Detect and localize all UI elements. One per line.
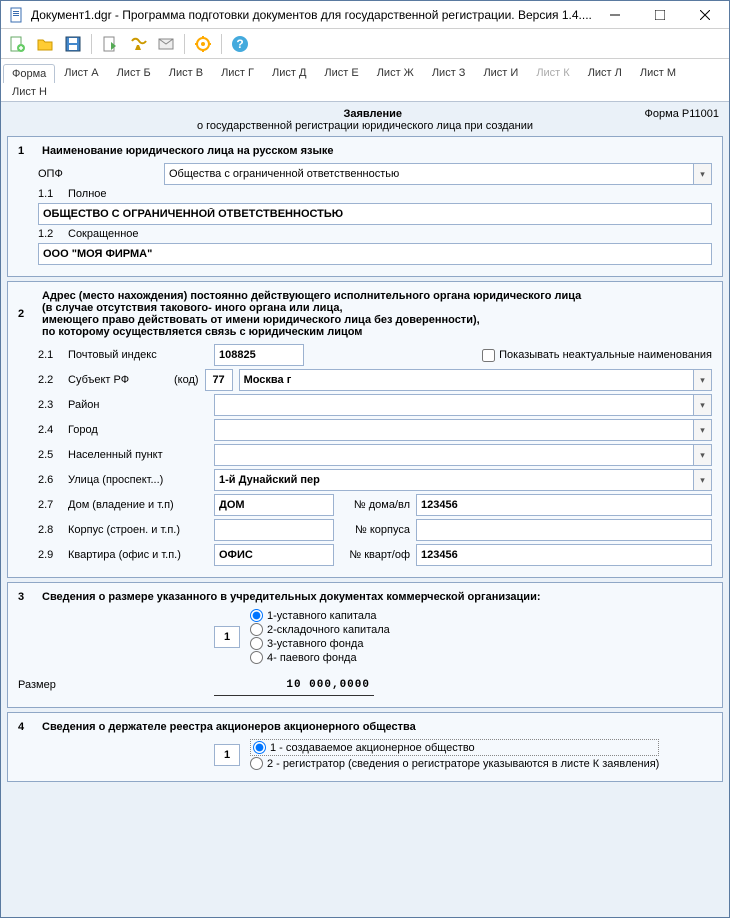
district-label: Район xyxy=(68,399,208,411)
subject-select[interactable] xyxy=(239,369,694,391)
tab-bar: Форма Лист А Лист Б Лист В Лист Г Лист Д… xyxy=(1,59,729,102)
tab-list-i[interactable]: Лист И xyxy=(474,63,527,82)
tab-list-m[interactable]: Лист М xyxy=(631,63,685,82)
size-input[interactable] xyxy=(214,674,374,696)
window-title: Документ1.dgr - Программа подготовки док… xyxy=(31,8,592,22)
apartment-type-input[interactable] xyxy=(214,544,334,566)
print-button[interactable] xyxy=(126,32,150,56)
tab-list-l[interactable]: Лист Л xyxy=(579,63,631,82)
capital-option-3[interactable]: 3-уставного фонда xyxy=(250,637,390,650)
tab-list-z[interactable]: Лист З xyxy=(423,63,475,82)
corpus-type-input[interactable] xyxy=(214,519,334,541)
short-name-label: Сокращенное xyxy=(68,228,139,240)
full-name-input[interactable] xyxy=(38,203,712,225)
tab-list-b[interactable]: Лист Б xyxy=(108,63,160,82)
city-label: Город xyxy=(68,424,208,436)
locality-input[interactable] xyxy=(214,444,694,466)
postal-index-label: Почтовый индекс xyxy=(68,349,208,361)
section-3: 3 Сведения о размере указанного в учреди… xyxy=(7,582,723,708)
tab-list-n[interactable]: Лист Н xyxy=(3,82,56,101)
open-button[interactable] xyxy=(33,32,57,56)
opf-label: ОПФ xyxy=(38,168,158,180)
document-area: Заявление Форма Р11001 о государственной… xyxy=(1,102,729,917)
doc-title: Заявление xyxy=(101,108,645,120)
capital-option-1[interactable]: 1-уставного капитала xyxy=(250,609,390,622)
tab-forma[interactable]: Форма xyxy=(3,64,55,83)
tab-list-v[interactable]: Лист В xyxy=(160,63,212,82)
postal-index-input[interactable] xyxy=(214,344,304,366)
minimize-button[interactable] xyxy=(592,1,637,29)
show-old-checkbox[interactable]: Показывать неактуальные наименования xyxy=(482,349,712,362)
section-4: 4 Сведения о держателе реестра акционеро… xyxy=(7,712,723,782)
tab-list-k[interactable]: Лист К xyxy=(527,63,578,82)
settings-button[interactable] xyxy=(191,32,215,56)
house-type-input[interactable] xyxy=(214,494,334,516)
section-4-title: Сведения о держателе реестра акционеров … xyxy=(42,721,416,733)
chevron-down-icon[interactable]: ▾ xyxy=(694,369,712,391)
capital-option-2[interactable]: 2-складочного капитала xyxy=(250,623,390,636)
short-name-input[interactable] xyxy=(38,243,712,265)
registry-option-1[interactable]: 1 - создаваемое акционерное общество xyxy=(250,739,659,756)
chevron-down-icon[interactable]: ▾ xyxy=(694,163,712,185)
toolbar: ? xyxy=(1,29,729,59)
registry-option-2[interactable]: 2 - регистратор (сведения о регистраторе… xyxy=(250,757,659,770)
tab-list-zh[interactable]: Лист Ж xyxy=(368,63,423,82)
section-1: 1 Наименование юридического лица на русс… xyxy=(7,136,723,277)
chevron-down-icon[interactable]: ▾ xyxy=(694,444,712,466)
new-doc-button[interactable] xyxy=(5,32,29,56)
section-3-title: Сведения о размере указанного в учредите… xyxy=(42,591,541,603)
app-icon xyxy=(9,7,25,23)
tab-list-a[interactable]: Лист А xyxy=(55,63,107,82)
apartment-num-input[interactable] xyxy=(416,544,712,566)
capital-type-input[interactable] xyxy=(214,626,240,648)
apartment-label: Квартира (офис и т.п.) xyxy=(68,549,208,561)
district-input[interactable] xyxy=(214,394,694,416)
chevron-down-icon[interactable]: ▾ xyxy=(694,419,712,441)
form-code: Форма Р11001 xyxy=(645,108,719,120)
export-button[interactable] xyxy=(98,32,122,56)
capital-option-4[interactable]: 4- паевого фонда xyxy=(250,651,390,664)
save-button[interactable] xyxy=(61,32,85,56)
locality-label: Населенный пункт xyxy=(68,449,208,461)
section-2: 2 Адрес (место нахождения) постоянно дей… xyxy=(7,281,723,578)
subject-code-input[interactable] xyxy=(205,369,233,391)
svg-text:?: ? xyxy=(236,37,243,51)
size-label: Размер xyxy=(18,679,208,691)
titlebar: Документ1.dgr - Программа подготовки док… xyxy=(1,1,729,29)
corpus-num-input[interactable] xyxy=(416,519,712,541)
tab-list-d[interactable]: Лист Д xyxy=(263,63,315,82)
city-input[interactable] xyxy=(214,419,694,441)
help-button[interactable]: ? xyxy=(228,32,252,56)
street-label: Улица (проспект...) xyxy=(68,474,208,486)
app-window: Документ1.dgr - Программа подготовки док… xyxy=(0,0,730,918)
tab-list-g[interactable]: Лист Г xyxy=(212,63,263,82)
close-button[interactable] xyxy=(682,1,727,29)
subject-label: Субъект РФ xyxy=(68,374,168,386)
opf-select[interactable] xyxy=(164,163,694,185)
street-input[interactable] xyxy=(214,469,694,491)
doc-subtitle: о государственной регистрации юридическо… xyxy=(7,120,723,132)
house-label: Дом (владение и т.п) xyxy=(68,499,208,511)
full-name-label: Полное xyxy=(68,188,107,200)
corpus-label: Корпус (строен. и т.п.) xyxy=(68,524,208,536)
maximize-button[interactable] xyxy=(637,1,682,29)
tab-list-e[interactable]: Лист Е xyxy=(315,63,367,82)
registry-type-input[interactable] xyxy=(214,744,240,766)
section-1-title: Наименование юридического лица на русско… xyxy=(42,145,333,157)
chevron-down-icon[interactable]: ▾ xyxy=(694,394,712,416)
house-num-input[interactable] xyxy=(416,494,712,516)
mail-button[interactable] xyxy=(154,32,178,56)
chevron-down-icon[interactable]: ▾ xyxy=(694,469,712,491)
